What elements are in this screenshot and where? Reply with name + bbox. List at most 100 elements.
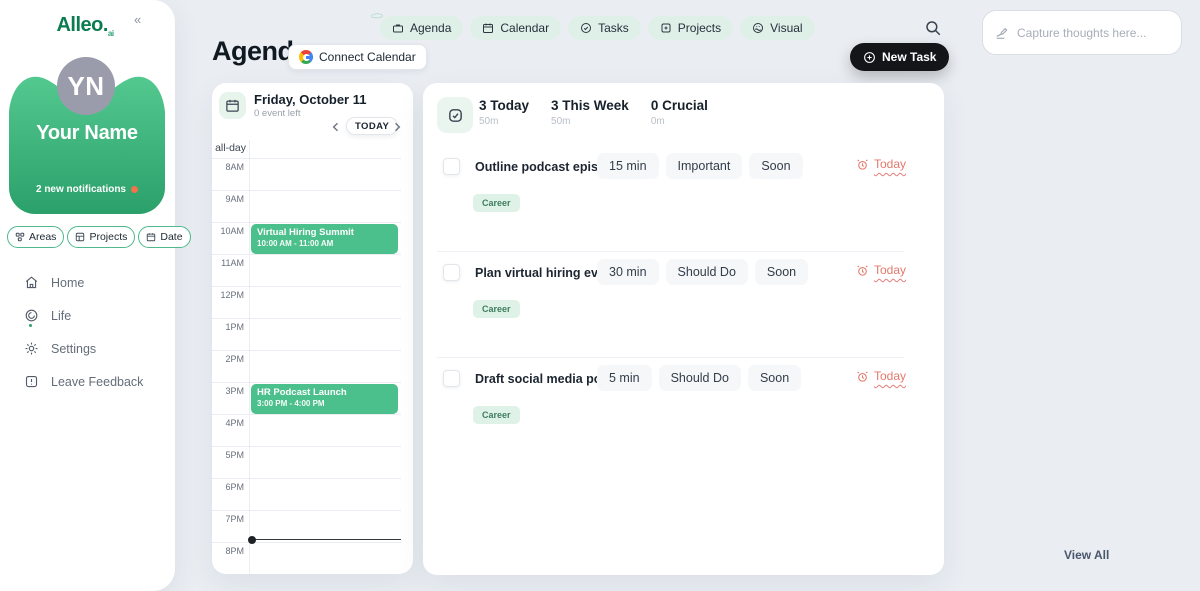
stat-today: 3 Today 50m bbox=[479, 98, 529, 127]
task-duration-pill[interactable]: 5 min bbox=[597, 365, 652, 391]
tab-label: Tasks bbox=[598, 21, 629, 35]
tab-projects[interactable]: Projects bbox=[648, 16, 733, 40]
task-row: Draft social media post 5 min Should Do … bbox=[423, 365, 944, 471]
task-checkbox[interactable] bbox=[443, 370, 460, 387]
task-row: Plan virtual hiring event 30 min Should … bbox=[423, 259, 944, 365]
hour-row[interactable]: 8PM bbox=[212, 542, 401, 574]
checkbox-icon bbox=[447, 107, 464, 124]
hour-row[interactable]: 7PM bbox=[212, 510, 401, 542]
sidebar-item-home[interactable]: Home bbox=[24, 266, 143, 299]
google-icon bbox=[299, 50, 313, 64]
filter-date-button[interactable]: Date bbox=[138, 226, 190, 248]
hour-label: 12PM bbox=[212, 290, 244, 300]
task-priority-pill[interactable]: Important bbox=[666, 153, 743, 179]
stat-this-week: 3 This Week 50m bbox=[551, 98, 629, 127]
hour-label: 10AM bbox=[212, 226, 244, 236]
task-title[interactable]: Draft social media post bbox=[475, 372, 613, 386]
view-all-link[interactable]: View All bbox=[1064, 548, 1109, 562]
task-urgency-pill[interactable]: Soon bbox=[755, 259, 808, 285]
sidebar-item-life[interactable]: Life bbox=[24, 299, 143, 332]
sidebar-collapse-icon[interactable]: « bbox=[134, 12, 141, 27]
hour-row[interactable]: 8AM bbox=[212, 158, 401, 190]
tab-visual[interactable]: Visual bbox=[740, 16, 814, 40]
task-duration-pill[interactable]: 30 min bbox=[597, 259, 659, 285]
sidebar-item-settings[interactable]: Settings bbox=[24, 332, 143, 365]
date-icon bbox=[146, 232, 156, 242]
due-label: Today bbox=[874, 263, 906, 277]
tab-calendar[interactable]: Calendar bbox=[470, 16, 561, 40]
calendar-panel: Friday, October 11 0 event left TODAY al… bbox=[212, 83, 413, 574]
hour-row[interactable]: 9AM bbox=[212, 190, 401, 222]
hour-label: 9AM bbox=[212, 194, 244, 204]
visual-icon bbox=[752, 22, 764, 34]
hour-row[interactable]: 12PM bbox=[212, 286, 401, 318]
new-task-label: New Task bbox=[882, 50, 936, 64]
tab-label: Projects bbox=[678, 21, 721, 35]
current-time-dot bbox=[248, 536, 256, 544]
filter-projects-label: Projects bbox=[89, 231, 127, 243]
hour-label: 5PM bbox=[212, 450, 244, 460]
tasks-icon bbox=[580, 22, 592, 34]
calendar-event[interactable]: Virtual Hiring Summit 10:00 AM - 11:00 A… bbox=[251, 224, 398, 254]
task-checkbox[interactable] bbox=[443, 158, 460, 175]
task-urgency-pill[interactable]: Soon bbox=[749, 153, 802, 179]
app-logo: Alleo.ai bbox=[30, 14, 140, 38]
task-urgency-pill[interactable]: Soon bbox=[748, 365, 801, 391]
task-due-date[interactable]: Today bbox=[856, 369, 906, 383]
event-time: 10:00 AM - 11:00 AM bbox=[257, 239, 392, 248]
hour-label: 6PM bbox=[212, 482, 244, 492]
profile-card: YN Your Name 2 new notifications bbox=[9, 60, 165, 214]
hour-row[interactable]: 4PM bbox=[212, 414, 401, 446]
task-tag-career[interactable]: Career bbox=[473, 194, 520, 212]
stat-value: 0 Crucial bbox=[651, 98, 708, 113]
task-divider bbox=[437, 251, 904, 252]
life-icon bbox=[24, 308, 39, 323]
projects-icon bbox=[75, 232, 85, 242]
task-priority-pill[interactable]: Should Do bbox=[666, 259, 748, 285]
task-duration-pill[interactable]: 15 min bbox=[597, 153, 659, 179]
feedback-icon bbox=[24, 374, 39, 389]
time-column-divider bbox=[249, 140, 250, 574]
hour-label: 2PM bbox=[212, 354, 244, 364]
tab-label: Agenda bbox=[410, 21, 451, 35]
notifications-label[interactable]: 2 new notifications bbox=[9, 184, 165, 195]
task-title[interactable]: Plan virtual hiring event bbox=[475, 266, 617, 280]
tab-tasks[interactable]: Tasks bbox=[568, 16, 641, 40]
task-tag-career[interactable]: Career bbox=[473, 406, 520, 424]
calendar-event[interactable]: HR Podcast Launch 3:00 PM - 4:00 PM bbox=[251, 384, 398, 414]
task-tag-career[interactable]: Career bbox=[473, 300, 520, 318]
task-due-date[interactable]: Today bbox=[856, 157, 906, 171]
task-divider bbox=[437, 357, 904, 358]
filter-areas-button[interactable]: Areas bbox=[7, 226, 64, 248]
capture-thoughts-box bbox=[982, 10, 1182, 55]
task-due-date[interactable]: Today bbox=[856, 263, 906, 277]
life-indicator-dot bbox=[29, 324, 32, 327]
due-label: Today bbox=[874, 369, 906, 383]
capture-thoughts-input[interactable] bbox=[1017, 26, 1169, 40]
sidebar-item-label: Home bbox=[51, 276, 84, 290]
hour-row[interactable]: 6PM bbox=[212, 478, 401, 510]
connect-calendar-button[interactable]: Connect Calendar bbox=[288, 44, 427, 70]
next-day-button[interactable] bbox=[390, 120, 404, 134]
task-checkbox[interactable] bbox=[443, 264, 460, 281]
new-task-button[interactable]: New Task bbox=[850, 43, 949, 71]
hour-row[interactable]: 11AM bbox=[212, 254, 401, 286]
hour-row[interactable]: 1PM bbox=[212, 318, 401, 350]
sidebar-filters: Areas Projects Date bbox=[7, 226, 191, 248]
sidebar-item-leave-feedback[interactable]: Leave Feedback bbox=[24, 365, 143, 398]
pen-scribble-icon bbox=[995, 26, 1009, 40]
search-button[interactable] bbox=[924, 19, 942, 37]
sidebar-item-label: Life bbox=[51, 309, 71, 323]
tab-agenda[interactable]: Agenda bbox=[380, 16, 463, 40]
task-priority-pill[interactable]: Should Do bbox=[659, 365, 741, 391]
hour-row[interactable]: 2PM bbox=[212, 350, 401, 382]
hour-row[interactable]: 5PM bbox=[212, 446, 401, 478]
alarm-icon bbox=[856, 370, 869, 383]
app-root: Alleo.ai « YN Your Name 2 new notificati… bbox=[0, 0, 1200, 591]
filter-projects-button[interactable]: Projects bbox=[67, 226, 135, 248]
avatar[interactable]: YN bbox=[57, 57, 115, 115]
main-tabs: Agenda Calendar Tasks Projects Visual bbox=[380, 16, 815, 40]
prev-day-button[interactable] bbox=[329, 120, 343, 134]
tab-label: Calendar bbox=[500, 21, 549, 35]
sidebar-item-label: Leave Feedback bbox=[51, 375, 143, 389]
